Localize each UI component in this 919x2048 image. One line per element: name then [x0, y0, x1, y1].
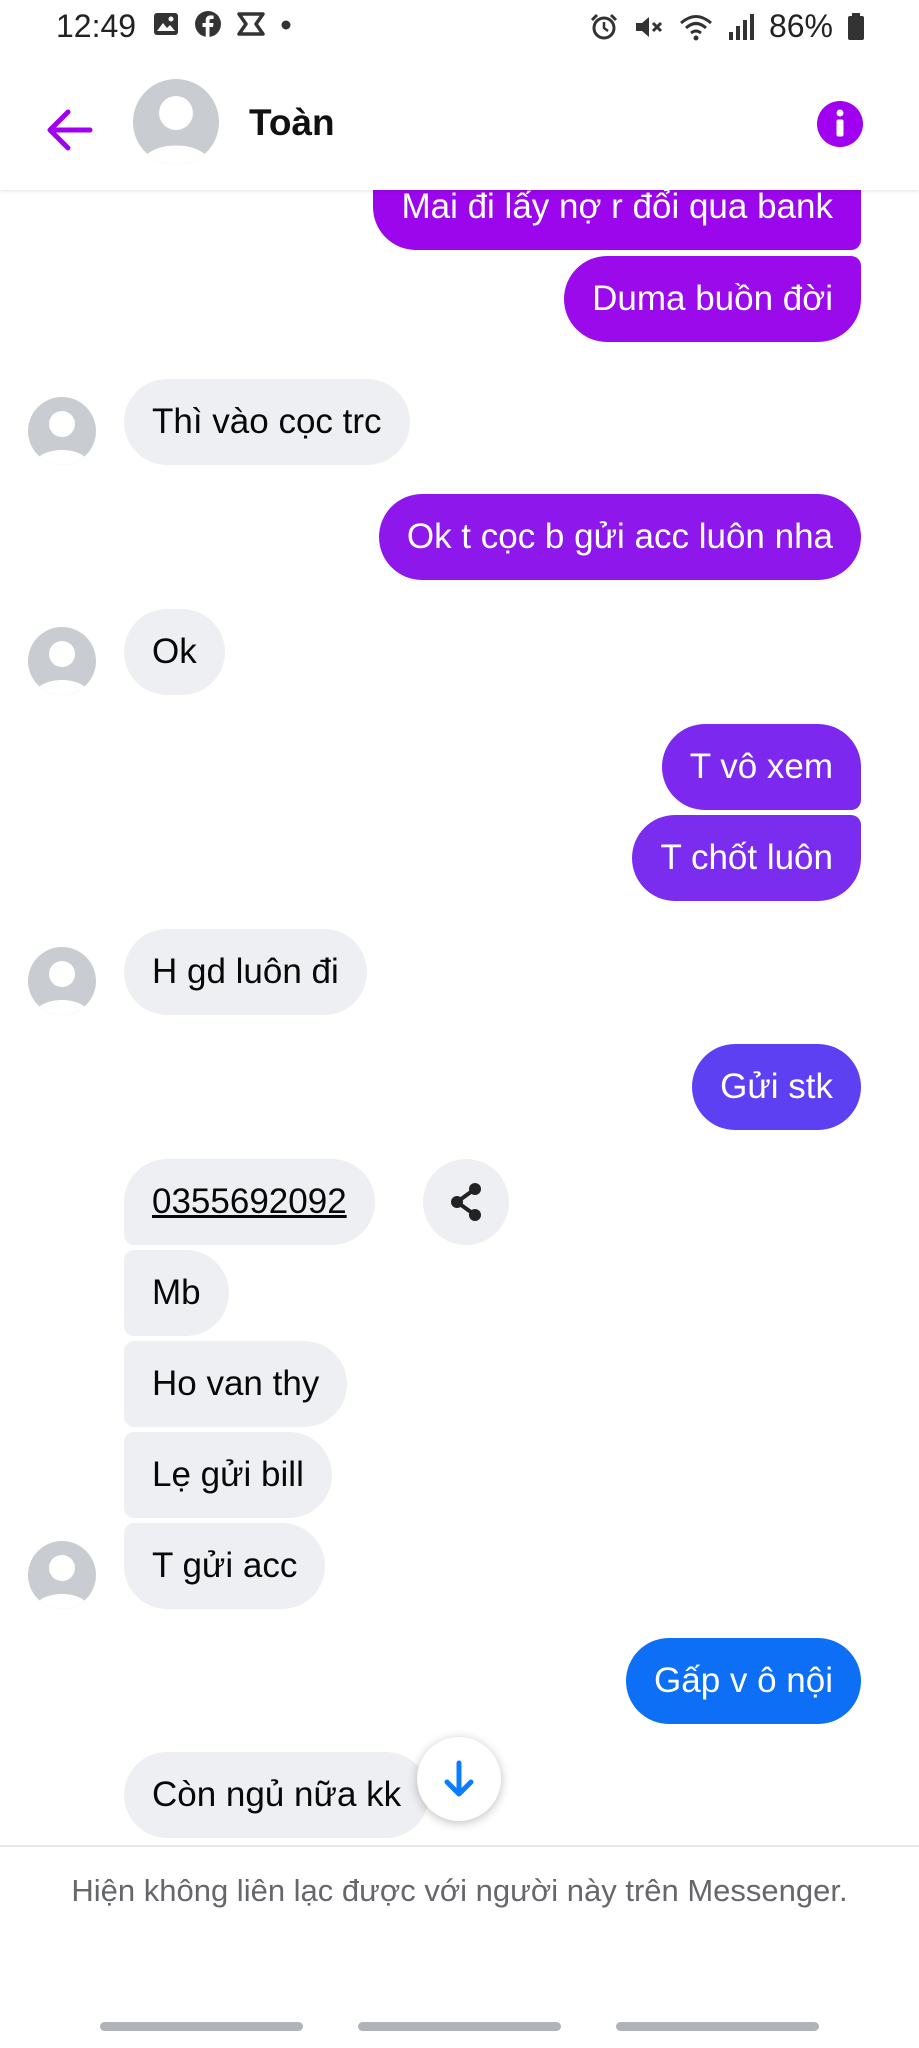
- message-bubble-received[interactable]: H gd luôn đi: [124, 929, 367, 1015]
- message-bubble-sent[interactable]: Mai đi lấy nợ r đổi qua bank: [373, 190, 861, 250]
- chat-header: Toàn: [0, 72, 919, 190]
- back-arrow-icon[interactable]: [40, 100, 100, 160]
- signal-icon: [728, 13, 754, 40]
- battery-icon: [848, 12, 864, 40]
- status-time: 12:49: [56, 8, 137, 44]
- arrow-down-icon: [444, 1760, 474, 1797]
- status-bar: 12:49 86%: [0, 0, 919, 56]
- phone-number-link[interactable]: 0355692092: [152, 1182, 347, 1221]
- alarm-icon: [590, 13, 618, 39]
- battery-percent: 86%: [768, 8, 833, 44]
- sender-avatar[interactable]: [28, 947, 96, 1015]
- message-bubble-received[interactable]: 0355692092: [124, 1159, 375, 1245]
- message-bubble-sent[interactable]: Duma buồn đời: [564, 256, 861, 342]
- message-bubble-received[interactable]: Lẹ gửi bill: [124, 1432, 332, 1518]
- default-avatar-icon: [34, 1555, 90, 1609]
- capcut-icon: [237, 12, 265, 36]
- mute-icon: [635, 16, 663, 37]
- default-avatar-icon: [34, 961, 90, 1015]
- message-bubble-received[interactable]: Thì vào cọc trc: [124, 379, 410, 465]
- message-bubble-sent[interactable]: Ok t cọc b gửi acc luôn nha: [378, 494, 861, 580]
- default-avatar-icon: [34, 641, 90, 695]
- nav-bar-home[interactable]: [358, 2022, 561, 2031]
- share-button[interactable]: [423, 1159, 509, 1245]
- message-bubble-sent[interactable]: T chốt luôn: [632, 815, 861, 901]
- default-avatar-icon: [141, 96, 211, 165]
- message-bubble-received[interactable]: Còn ngủ nữa kk: [124, 1752, 430, 1838]
- nav-bar-recents[interactable]: [100, 2022, 303, 2031]
- message-bubble-received[interactable]: T gửi acc: [124, 1523, 326, 1609]
- contact-avatar[interactable]: [133, 79, 219, 165]
- facebook-icon: [195, 11, 221, 37]
- info-icon[interactable]: [816, 100, 864, 148]
- scroll-to-bottom-button[interactable]: [417, 1737, 501, 1821]
- message-bubble-received[interactable]: Mb: [124, 1250, 229, 1336]
- unavailable-notice: Hiện không liên lạc được với người này t…: [0, 1845, 919, 1987]
- message-list[interactable]: Mai đi lấy nợ r đổi qua bank Duma buồn đ…: [0, 190, 919, 1845]
- message-bubble-sent[interactable]: Gấp v ô nội: [626, 1638, 861, 1724]
- default-avatar-icon: [34, 411, 90, 465]
- message-bubble-received[interactable]: Ok: [124, 609, 225, 695]
- unavailable-notice-text: Hiện không liên lạc được với người này t…: [71, 1873, 848, 1908]
- contact-name[interactable]: Toàn: [249, 102, 335, 144]
- nav-bar-back[interactable]: [616, 2022, 819, 2031]
- sender-avatar[interactable]: [28, 1541, 96, 1609]
- wifi-icon: [679, 14, 712, 40]
- dot-icon: [281, 20, 291, 30]
- share-icon: [451, 1183, 481, 1221]
- message-bubble-sent[interactable]: T vô xem: [661, 724, 861, 810]
- message-bubble-received[interactable]: Ho van thy: [124, 1341, 348, 1427]
- message-bubble-sent[interactable]: Gửi stk: [692, 1044, 861, 1130]
- gallery-icon: [154, 13, 178, 35]
- sender-avatar[interactable]: [28, 627, 96, 695]
- sender-avatar[interactable]: [28, 397, 96, 465]
